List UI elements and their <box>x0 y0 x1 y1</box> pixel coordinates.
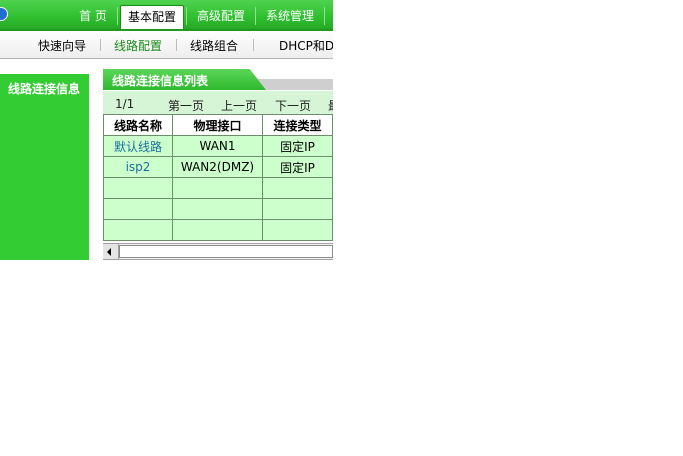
sub-nav-quick-wizard[interactable]: 快速向导 <box>38 37 86 54</box>
panel-header-gray <box>253 79 333 90</box>
sub-nav-line-config[interactable]: 线路配置 <box>114 37 162 54</box>
arrow-left-icon <box>107 248 111 256</box>
table-header-row: 线路名称 物理接口 连接类型 <box>103 114 333 136</box>
sub-nav-dhcp[interactable]: DHCP和D <box>279 37 333 54</box>
table-cell: WAN1 <box>172 135 263 157</box>
logo-icon <box>0 7 8 21</box>
sub-nav-divider <box>253 39 254 51</box>
table-cell: 固定IP <box>262 135 333 157</box>
scroll-thumb[interactable] <box>119 245 333 258</box>
table-row <box>103 177 333 199</box>
sidebar: 线路连接信息 <box>0 74 89 260</box>
column-header-interface: 物理接口 <box>172 114 263 136</box>
panel-header: 线路连接信息列表 <box>103 69 333 90</box>
sidebar-item-line-connection-info[interactable]: 线路连接信息 <box>8 80 80 97</box>
table-row: isp2 WAN2(DMZ) 固定IP <box>103 156 333 178</box>
page-count: 1/1 <box>115 97 135 111</box>
tab-divider <box>117 7 118 25</box>
pagination-bar: 1/1 第一页 上一页 下一页 最 <box>103 91 333 114</box>
table-row: 默认线路 WAN1 固定IP <box>103 135 333 157</box>
table-cell <box>172 219 263 241</box>
top-nav-bar: 首 页 基本配置 高级配置 系统管理 <box>0 0 333 30</box>
sub-nav-bar: 快速向导 线路配置 线路组合 DHCP和D <box>0 29 333 59</box>
table-cell <box>172 198 263 220</box>
table-cell <box>172 177 263 199</box>
table-row <box>103 219 333 241</box>
line-table: 线路名称 物理接口 连接类型 默认线路 WAN1 固定IP isp2 WAN2(… <box>103 114 333 241</box>
sub-nav-divider <box>100 39 101 51</box>
column-header-connection-type: 连接类型 <box>262 114 333 136</box>
table-cell: 固定IP <box>262 156 333 178</box>
tab-divider <box>186 7 187 25</box>
sub-nav-divider <box>176 39 177 51</box>
tab-advanced-config[interactable]: 高级配置 <box>190 6 252 26</box>
horizontal-scrollbar[interactable] <box>103 243 333 260</box>
first-page-link[interactable]: 第一页 <box>168 97 204 114</box>
tab-divider <box>324 7 325 25</box>
line-name-link[interactable]: 默认线路 <box>103 135 173 157</box>
table-cell: WAN2(DMZ) <box>172 156 263 178</box>
prev-page-link[interactable]: 上一页 <box>221 97 257 114</box>
table-cell <box>262 219 333 241</box>
scroll-left-button[interactable] <box>103 244 119 259</box>
table-cell <box>103 219 173 241</box>
line-name-link[interactable]: isp2 <box>103 156 173 178</box>
sub-nav-line-group[interactable]: 线路组合 <box>190 37 238 54</box>
table-cell <box>103 177 173 199</box>
table-cell <box>262 198 333 220</box>
tab-basic-config[interactable]: 基本配置 <box>120 5 184 30</box>
column-header-line-name: 线路名称 <box>103 114 173 136</box>
sub-nav-rule <box>0 29 333 31</box>
table-cell <box>262 177 333 199</box>
table-cell <box>103 198 173 220</box>
panel-title: 线路连接信息列表 <box>112 74 209 88</box>
router-admin-frame: 首 页 基本配置 高级配置 系统管理 快速向导 线路配置 线路组合 DHCP和D… <box>0 0 333 262</box>
tab-home[interactable]: 首 页 <box>70 6 116 26</box>
table-row <box>103 198 333 220</box>
last-page-link[interactable]: 最 <box>328 97 333 114</box>
tab-divider <box>255 7 256 25</box>
tab-system-admin[interactable]: 系统管理 <box>259 6 321 26</box>
next-page-link[interactable]: 下一页 <box>275 97 311 114</box>
